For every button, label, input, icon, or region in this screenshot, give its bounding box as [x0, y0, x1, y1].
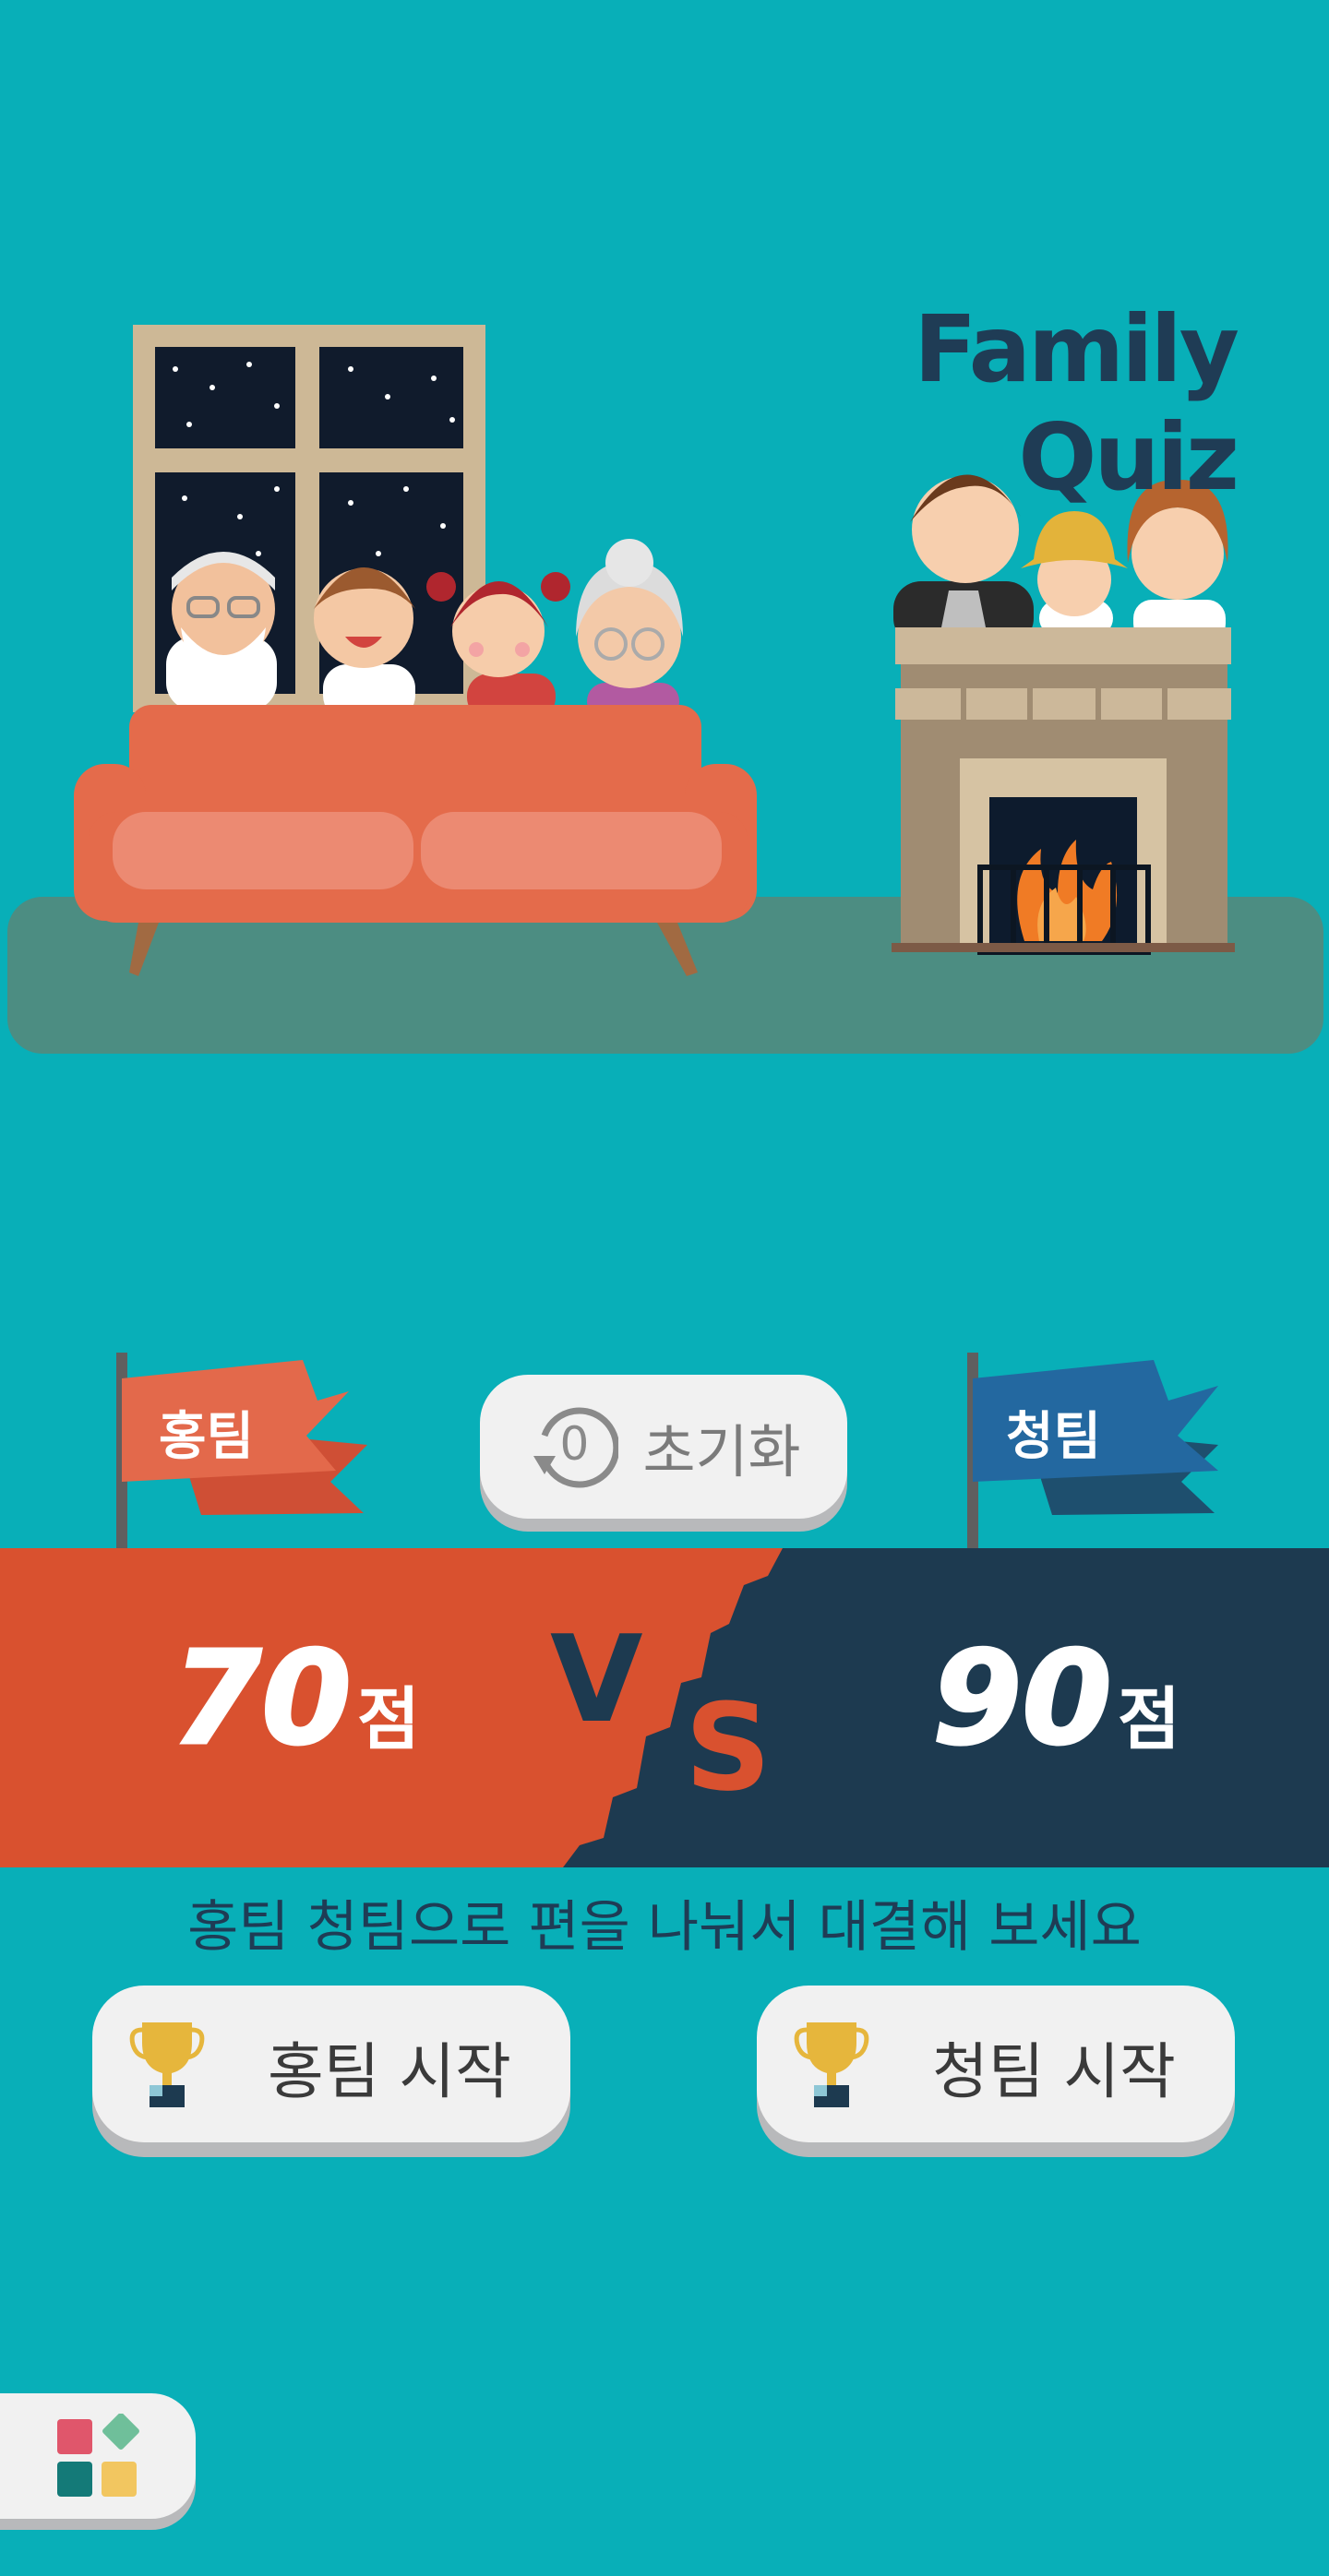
red-team-score: 70 점: [171, 1623, 420, 1776]
apps-menu-button[interactable]: [0, 2393, 196, 2519]
fireplace-illustration: [892, 474, 1235, 955]
red-team-start-label: 홍팀 시작: [268, 2036, 511, 2107]
family-illustration: [7, 325, 1323, 1054]
versus-v: V: [550, 1609, 643, 1749]
instruction-text: 홍팀 청팀으로 편을 나눠서 대결해 보세요: [187, 1895, 1142, 1960]
red-team-start-button[interactable]: 홍팀 시작: [92, 1986, 570, 2142]
apps-icon: [55, 2413, 144, 2506]
red-team-label: 홍팀: [159, 1407, 255, 1467]
trophy-icon: [794, 2017, 869, 2111]
blue-score-value: 90: [931, 1623, 1114, 1776]
reset-icon: 0: [526, 1401, 620, 1493]
blue-score-unit: 점: [1117, 1680, 1180, 1759]
blue-team-label: 청팀: [1006, 1407, 1102, 1467]
red-score-unit: 점: [356, 1680, 420, 1759]
reset-counter: 0: [559, 1417, 590, 1471]
red-score-value: 70: [171, 1623, 353, 1776]
reset-button[interactable]: 0 초기화: [480, 1375, 847, 1519]
reset-label: 초기화: [642, 1418, 801, 1485]
versus-s: S: [685, 1677, 772, 1818]
app-title: Family Quiz: [914, 295, 1239, 511]
blue-team-score: 90 점: [931, 1623, 1180, 1776]
blue-team-start-label: 청팀 시작: [932, 2036, 1176, 2107]
blue-team-start-button[interactable]: 청팀 시작: [757, 1986, 1235, 2142]
trophy-icon: [129, 2017, 205, 2111]
